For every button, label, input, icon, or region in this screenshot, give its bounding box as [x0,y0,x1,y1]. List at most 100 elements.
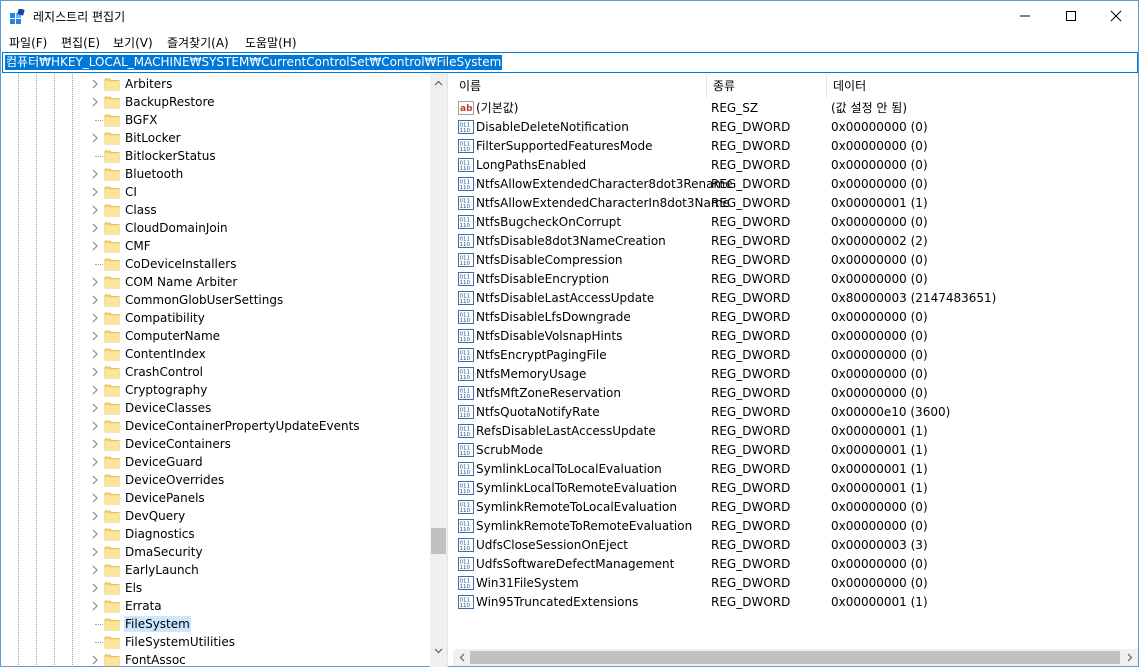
tree-item[interactable]: DmaSecurity [2,543,430,561]
tree-item[interactable]: DeviceOverrides [2,471,430,489]
chevron-right-icon[interactable] [90,421,100,431]
tree-item[interactable]: Errata [2,597,430,615]
chevron-right-icon[interactable] [90,223,100,233]
chevron-right-icon[interactable] [90,205,100,215]
value-row[interactable]: 011 110 NtfsQuotaNotifyRate REG_DWORD 0x0000… [453,402,1138,421]
values-horizontal-scrollbar[interactable] [453,649,1138,666]
menu-file[interactable]: 파일(F) [9,34,47,51]
tree-item[interactable]: DeviceClasses [2,399,430,417]
tree-item[interactable]: DeviceContainerPropertyUpdateEvents [2,417,430,435]
tree-item[interactable]: CloudDomainJoin [2,219,430,237]
tree-item[interactable]: BitLocker [2,129,430,147]
value-row[interactable]: 011 110 FilterSupportedFeaturesMode REG_DWO… [453,136,1138,155]
chevron-right-icon[interactable] [90,313,100,323]
tree-item[interactable]: Els [2,579,430,597]
tree-item[interactable]: BackupRestore [2,93,430,111]
tree-item[interactable]: DevicePanels [2,489,430,507]
tree-item[interactable]: FontAssoc [2,651,430,667]
chevron-right-icon[interactable] [90,565,100,575]
menu-favorites[interactable]: 즐겨찾기(A) [167,34,229,51]
chevron-right-icon[interactable] [90,187,100,197]
scroll-right-button[interactable] [1121,649,1138,666]
value-row[interactable]: 011 110 NtfsEncryptPagingFile REG_DWORD 0x00… [453,345,1138,364]
tree-item[interactable]: EarlyLaunch [2,561,430,579]
tree-item[interactable]: DeviceContainers [2,435,430,453]
chevron-right-icon[interactable] [90,601,100,611]
value-row[interactable]: 011 110 LongPathsEnabled REG_DWORD 0x0000000… [453,155,1138,174]
value-row[interactable]: 011 110 NtfsDisableLfsDowngrade REG_DWORD 0x… [453,307,1138,326]
value-row[interactable]: 011 110 Win95TruncatedExtensions REG_DWORD 0… [453,592,1138,611]
address-path[interactable]: 컴퓨터₩HKEY_LOCAL_MACHINE₩SYSTEM₩CurrentCon… [5,55,503,70]
tree-item[interactable]: CrashControl [2,363,430,381]
value-row[interactable]: 011 110 ScrubMode REG_DWORD 0x00000001 (1) [453,440,1138,459]
tree-item[interactable]: CoDeviceInstallers [2,255,430,273]
value-row[interactable]: 011 110 SymlinkLocalToRemoteEvaluation REG_… [453,478,1138,497]
address-bar[interactable]: 컴퓨터₩HKEY_LOCAL_MACHINE₩SYSTEM₩CurrentCon… [2,52,1138,73]
tree-item[interactable]: ComputerName [2,327,430,345]
chevron-right-icon[interactable] [90,241,100,251]
tree-vertical-scrollbar[interactable] [430,74,447,667]
tree-item[interactable]: Bluetooth [2,165,430,183]
tree-item[interactable]: COM Name Arbiter [2,273,430,291]
value-row[interactable]: 011 110 UdfsSoftwareDefectManagement REG_DW… [453,554,1138,573]
value-row[interactable]: 011 110 SymlinkRemoteToRemoteEvaluation REG… [453,516,1138,535]
tree-item[interactable]: Diagnostics [2,525,430,543]
chevron-right-icon[interactable] [90,511,100,521]
values-scroll-thumb[interactable] [470,651,1120,664]
tree-item[interactable]: CommonGlobUserSettings [2,291,430,309]
scroll-up-button[interactable] [430,74,447,91]
tree-scroll-thumb[interactable] [431,528,446,554]
chevron-right-icon[interactable] [90,439,100,449]
chevron-right-icon[interactable] [90,529,100,539]
chevron-right-icon[interactable] [90,367,100,377]
tree-item[interactable]: FileSystem [2,615,430,633]
chevron-right-icon[interactable] [90,133,100,143]
chevron-right-icon[interactable] [90,457,100,467]
value-row[interactable]: 011 110 SymlinkLocalToLocalEvaluation REG_D… [453,459,1138,478]
value-row[interactable]: 011 110 SymlinkRemoteToLocalEvaluation REG_… [453,497,1138,516]
value-row[interactable]: 011 110 NtfsDisable8dot3NameCreation REG_DW… [453,231,1138,250]
chevron-right-icon[interactable] [90,295,100,305]
tree-item[interactable]: Arbiters [2,75,430,93]
column-header-data[interactable]: 데이터 [827,74,1138,98]
close-button[interactable] [1093,1,1139,31]
menu-help[interactable]: 도움말(H) [245,34,297,51]
tree-item[interactable]: Class [2,201,430,219]
chevron-right-icon[interactable] [90,655,100,665]
tree-item[interactable]: ContentIndex [2,345,430,363]
tree-item[interactable]: DevQuery [2,507,430,525]
chevron-right-icon[interactable] [90,547,100,557]
tree-item[interactable]: BGFX [2,111,430,129]
value-row[interactable]: 011 110 NtfsMemoryUsage REG_DWORD 0x00000000… [453,364,1138,383]
tree-item[interactable]: CI [2,183,430,201]
value-row[interactable]: 011 110 UdfsCloseSessionOnEject REG_DWORD 0x… [453,535,1138,554]
scroll-down-button[interactable] [430,642,447,659]
menu-edit[interactable]: 편집(E) [61,34,100,51]
value-row[interactable]: 011 110 NtfsBugcheckOnCorrupt REG_DWORD 0x00… [453,212,1138,231]
value-row[interactable]: 011 110 NtfsMftZoneReservation REG_DWORD 0x0… [453,383,1138,402]
chevron-right-icon[interactable] [90,493,100,503]
value-row[interactable]: 011 110 NtfsDisableEncryption REG_DWORD 0x00… [453,269,1138,288]
chevron-right-icon[interactable] [90,97,100,107]
value-row[interactable]: 011 110 NtfsAllowExtendedCharacterIn8dot3N… [453,193,1138,212]
column-header-type[interactable]: 종류 [707,74,827,98]
value-row[interactable]: 011 110 NtfsDisableVolsnapHints REG_DWORD 0x… [453,326,1138,345]
chevron-right-icon[interactable] [90,349,100,359]
chevron-right-icon[interactable] [90,475,100,485]
menu-view[interactable]: 보기(V) [113,34,153,51]
tree-item[interactable]: Compatibility [2,309,430,327]
scroll-left-button[interactable] [453,649,470,666]
tree-item[interactable]: DeviceGuard [2,453,430,471]
value-row[interactable]: 011 110 RefsDisableLastAccessUpdate REG_DWO… [453,421,1138,440]
value-row[interactable]: 011 110 DisableDeleteNotification REG_DWORD… [453,117,1138,136]
value-row[interactable]: 011 110 NtfsAllowExtendedCharacter8dot3Ren… [453,174,1138,193]
chevron-right-icon[interactable] [90,385,100,395]
maximize-button[interactable] [1048,1,1094,31]
chevron-right-icon[interactable] [90,583,100,593]
chevron-right-icon[interactable] [90,169,100,179]
value-row[interactable]: 011 110 NtfsDisableLastAccessUpdate REG_DWO… [453,288,1138,307]
tree-item[interactable]: Cryptography [2,381,430,399]
value-row[interactable]: ab (기본값) REG_SZ (값 설정 안 됨) [453,98,1138,117]
value-row[interactable]: 011 110 Win31FileSystem REG_DWORD 0x00000000… [453,573,1138,592]
chevron-right-icon[interactable] [90,403,100,413]
